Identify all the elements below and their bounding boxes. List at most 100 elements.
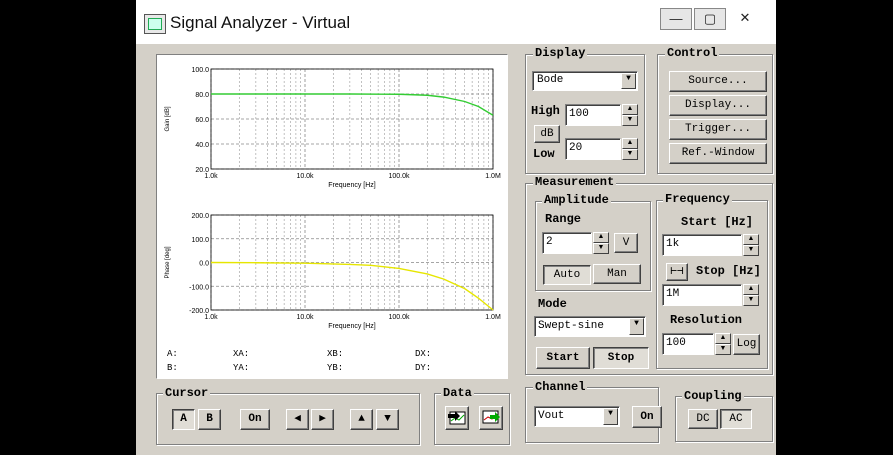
resolution-label: Resolution	[670, 313, 743, 327]
x-tick-label: 100.0k	[388, 314, 410, 321]
stop-freq-stepper[interactable]: ▲ ▼	[743, 284, 759, 306]
arrow-up-icon: ▲	[358, 413, 365, 425]
cursor-readout-label: XB:	[327, 349, 344, 359]
log-button[interactable]: Log	[733, 334, 760, 355]
start-freq-input[interactable]: 1k	[662, 234, 742, 256]
x-tick-label: 1.0k	[204, 314, 218, 321]
source-button[interactable]: Source...	[669, 71, 767, 92]
x-axis-label: Frequency [Hz]	[328, 182, 376, 189]
range-stepper[interactable]: ▲ ▼	[593, 232, 609, 254]
man-button[interactable]: Man	[593, 264, 641, 284]
cursor-b-button[interactable]: B	[198, 409, 221, 430]
plot-grid	[210, 68, 494, 170]
display-group-label: Display	[533, 46, 588, 60]
auto-button[interactable]: Auto	[543, 265, 591, 285]
y-tick-label: 40.0	[195, 142, 209, 149]
close-button[interactable]: ✕	[730, 8, 760, 28]
dc-button[interactable]: DC	[688, 409, 718, 429]
y-tick-label: 60.0	[195, 117, 209, 124]
cursor-readout-label: B:	[167, 363, 178, 373]
cursor-readout-label: DY:	[415, 363, 432, 373]
mode-label: Mode	[538, 297, 567, 311]
ref-window-button[interactable]: Ref.-Window	[669, 143, 767, 164]
mode-value: Swept-sine	[538, 320, 605, 332]
frequency-group-label: Frequency	[663, 192, 732, 206]
app-icon	[144, 14, 166, 34]
x-tick-label: 100.0k	[388, 173, 410, 180]
data-group-label: Data	[441, 386, 474, 400]
channel-value: Vout	[538, 410, 565, 422]
plot-panel: 100.0 80.0 60.0 40.0 20.0 1.0k 10.0k 100.0k 1.0M…	[156, 54, 508, 379]
low-label: Low	[533, 147, 555, 161]
window-title: Signal Analyzer - Virtual	[170, 13, 351, 32]
start-button[interactable]: Start	[536, 347, 590, 369]
high-stepper[interactable]: ▲ ▼	[622, 104, 638, 126]
range-input[interactable]: 2	[542, 232, 592, 254]
resolution-stepper[interactable]: ▲ ▼	[715, 333, 731, 355]
low-stepper[interactable]: ▲ ▼	[622, 138, 638, 160]
resolution-input[interactable]: 100	[662, 333, 714, 355]
cursor-a-button[interactable]: A	[172, 409, 195, 430]
bode-plots: 100.080.060.040.020.01.0k 10.0k 100.0k 1.0M…	[165, 67, 501, 330]
y-tick-label: 100.0	[191, 67, 209, 74]
y-axis-label: Gain [dB]	[165, 106, 171, 131]
cursor-left-button[interactable]: ◀	[286, 409, 309, 430]
data-export-button[interactable]	[445, 406, 469, 430]
start-freq-label: Start [Hz]	[681, 215, 754, 229]
y-tick-label: 80.0	[195, 92, 209, 99]
control-group-label: Control	[665, 46, 720, 60]
stop-freq-label: Stop [Hz]	[696, 264, 761, 278]
cursor-down-button[interactable]: ▼	[376, 409, 399, 430]
chevron-down-icon[interactable]: ▼	[603, 408, 618, 425]
range-unit-button[interactable]: V	[614, 233, 638, 253]
cursor-readout-label: DX:	[415, 349, 432, 359]
cursor-up-button[interactable]: ▲	[350, 409, 373, 430]
data-save-button[interactable]	[479, 406, 503, 430]
cursor-group-label: Cursor	[163, 386, 211, 400]
phase-plot: 200.0100.00.0-100.0-200.01.0k 10.0k 100.0k…	[165, 213, 501, 330]
save-chart-icon	[482, 410, 500, 424]
gain-curve	[211, 93, 494, 116]
display-mode-select[interactable]: Bode ▼	[532, 71, 638, 91]
x-axis-label: Frequency [Hz]	[328, 323, 376, 330]
maximize-button[interactable]: ▢	[694, 8, 726, 30]
channel-select[interactable]: Vout ▼	[534, 406, 620, 427]
mode-select[interactable]: Swept-sine ▼	[534, 316, 646, 337]
signal-analyzer-window: Signal Analyzer - Virtual — ▢ ✕ 100.0 80.…	[136, 0, 776, 455]
ac-button[interactable]: AC	[720, 409, 752, 429]
export-chart-icon	[448, 411, 466, 425]
stop-button[interactable]: Stop	[593, 347, 649, 369]
cursor-readout-label: XA:	[233, 349, 250, 359]
chevron-down-icon[interactable]: ▼	[629, 318, 644, 335]
measurement-group-label: Measurement	[533, 175, 617, 189]
minimize-button[interactable]: —	[660, 8, 692, 30]
db-button[interactable]: dB	[534, 125, 560, 143]
x-tick-label: 10.0k	[296, 173, 314, 180]
y-axis-label: Phase [deg]	[165, 246, 171, 278]
title-bar[interactable]: Signal Analyzer - Virtual — ▢ ✕	[136, 0, 776, 44]
cursor-right-button[interactable]: ▶	[311, 409, 334, 430]
y-tick-label: 0.0	[199, 261, 209, 268]
cursor-on-button[interactable]: On	[240, 409, 270, 430]
chevron-down-icon[interactable]: ▼	[621, 73, 636, 89]
y-tick-label: 200.0	[191, 213, 209, 220]
high-label: High	[531, 104, 560, 118]
stop-freq-input[interactable]: 1M	[662, 284, 742, 306]
display-mode-value: Bode	[537, 74, 564, 86]
start-freq-stepper[interactable]: ▲ ▼	[743, 234, 759, 256]
cursor-readout-label: YB:	[327, 363, 344, 373]
high-input[interactable]: 100	[565, 104, 621, 126]
range-label: Range	[545, 212, 582, 226]
span-link-button[interactable]: ⊢⊣	[666, 263, 688, 281]
cursor-readout-label: YA:	[233, 363, 250, 373]
x-tick-label: 1.0M	[485, 173, 501, 180]
y-tick-label: 100.0	[191, 237, 209, 244]
coupling-group-label: Coupling	[682, 389, 744, 403]
low-input[interactable]: 20	[565, 138, 621, 160]
bracket-icon: ⊢⊣	[670, 266, 684, 278]
arrow-down-icon: ▼	[384, 413, 391, 425]
channel-on-button[interactable]: On	[632, 406, 662, 428]
trigger-button[interactable]: Trigger...	[669, 119, 767, 140]
y-tick-label: -100.0	[189, 284, 209, 291]
display-settings-button[interactable]: Display...	[669, 95, 767, 116]
